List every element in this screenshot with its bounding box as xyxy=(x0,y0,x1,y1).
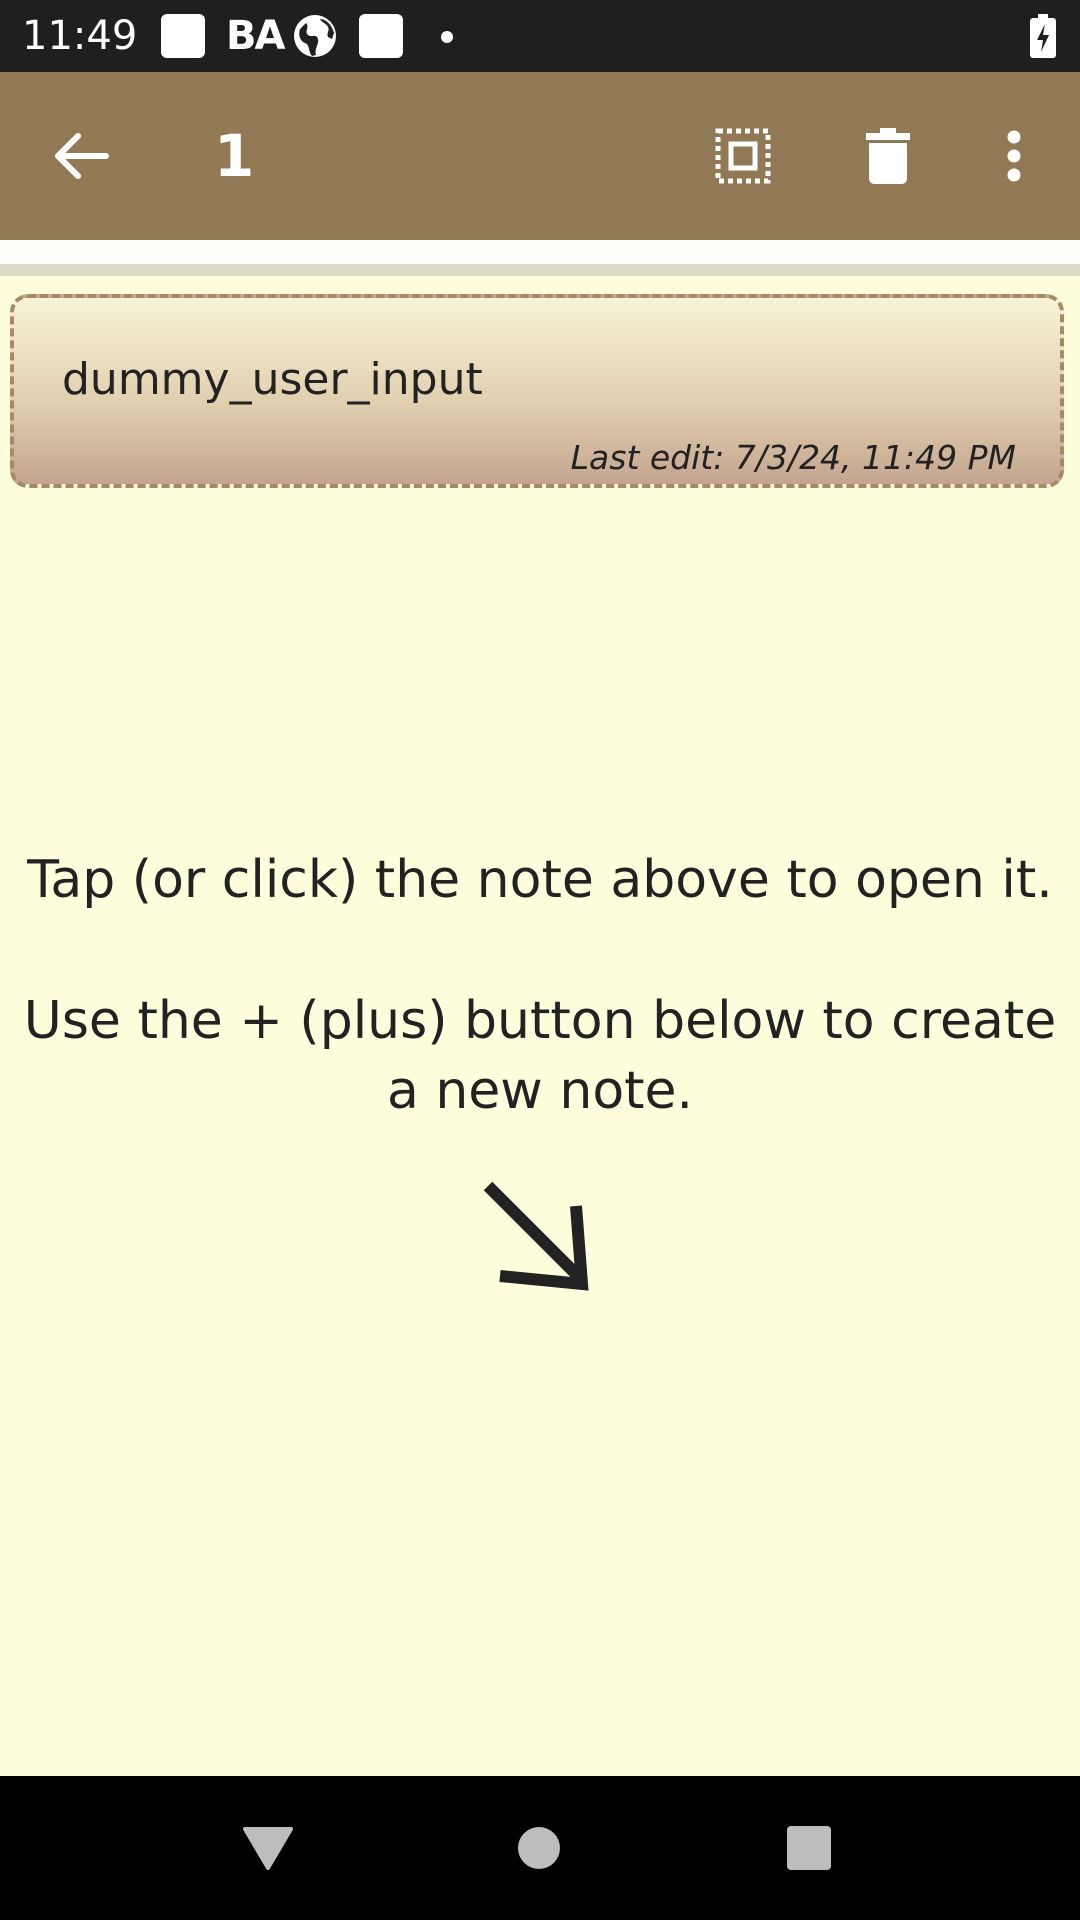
toolbar-divider xyxy=(0,240,1080,264)
back-triangle-icon xyxy=(243,1827,293,1870)
page-title: 1 xyxy=(214,122,255,190)
status-time: 11:49 xyxy=(22,13,138,59)
home-circle-icon xyxy=(518,1827,560,1869)
square-notification-icon xyxy=(359,14,403,58)
navigation-bar xyxy=(0,1776,1080,1920)
more-vert-icon xyxy=(1007,130,1021,182)
battery-charging-icon xyxy=(1030,14,1056,63)
open-note-hint: Tap (or click) the note above to open it… xyxy=(27,850,1053,910)
create-note-hint: Use the + (plus) button below to create … xyxy=(23,991,1057,1121)
recents-square-icon xyxy=(787,1826,831,1870)
arrow-down-right-icon xyxy=(476,1176,598,1297)
globe-icon xyxy=(292,13,338,64)
delete-icon xyxy=(866,128,910,184)
app-bar: 1 xyxy=(0,72,1080,240)
dot-icon xyxy=(441,31,453,43)
nav-back-button[interactable] xyxy=(236,1776,300,1920)
back-button[interactable] xyxy=(40,72,124,240)
back-arrow-icon xyxy=(55,133,109,179)
note-title: dummy_user_input xyxy=(62,354,483,405)
square-notification-icon xyxy=(161,14,205,58)
note-card[interactable]: dummy_user_input Last edit: 7/3/24, 11:4… xyxy=(10,294,1064,488)
note-last-edit: Last edit: 7/3/24, 11:49 PM xyxy=(570,438,1016,477)
more-options-button[interactable] xyxy=(990,72,1038,240)
select-all-button[interactable] xyxy=(700,72,786,240)
nav-recents-button[interactable] xyxy=(780,1776,838,1920)
ba-notification-icon: BA xyxy=(226,13,285,59)
delete-button[interactable] xyxy=(846,72,930,240)
select-all-icon xyxy=(715,128,771,184)
list-divider xyxy=(0,264,1080,276)
nav-home-button[interactable] xyxy=(511,1776,567,1920)
status-bar: 11:49 BA xyxy=(0,0,1080,72)
